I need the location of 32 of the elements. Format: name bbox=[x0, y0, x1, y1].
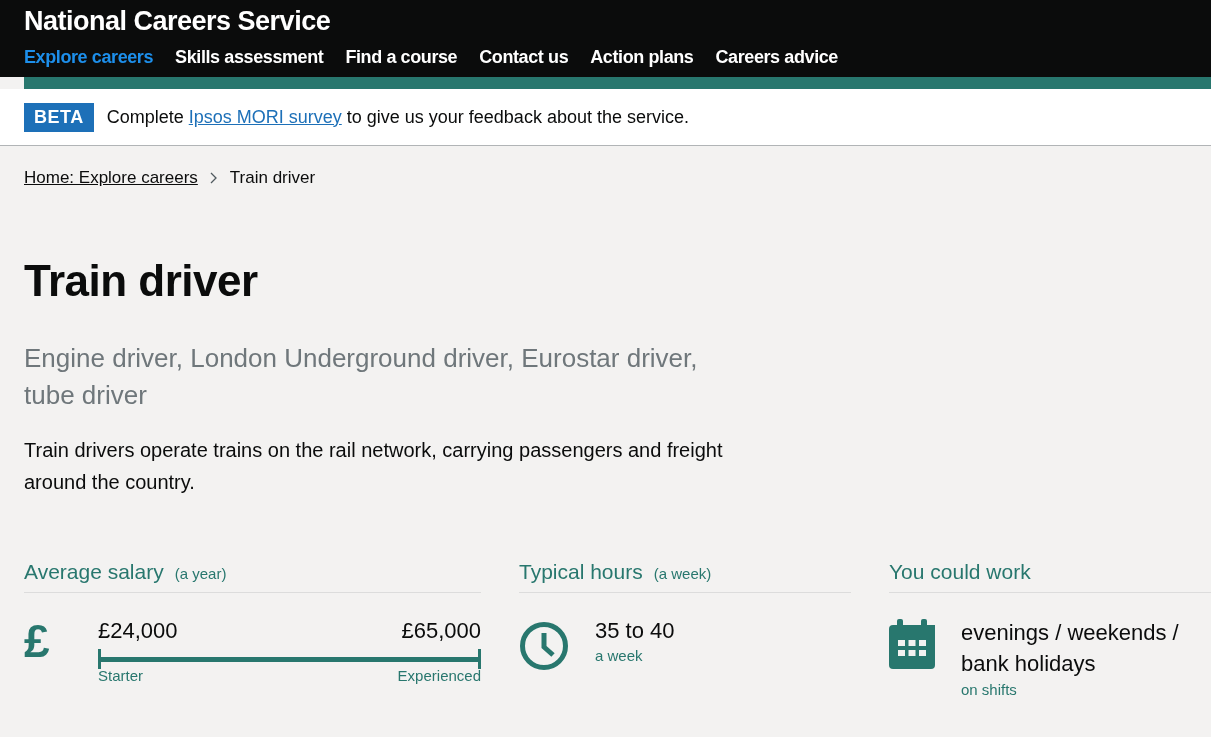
chevron-icon bbox=[209, 172, 218, 184]
pound-icon: £ bbox=[24, 617, 72, 665]
work-value: evenings / weekends / bank holidays bbox=[961, 619, 1180, 678]
clock-icon bbox=[519, 621, 569, 671]
feedback-text: Complete Ipsos MORI survey to give us your feedback about the service. bbox=[106, 106, 689, 128]
experienced-salary: £65,000 bbox=[401, 617, 481, 645]
nav-link[interactable]: Contact us bbox=[479, 47, 569, 68]
breadcrumb-link[interactable]: Home: Explore careers bbox=[24, 168, 198, 188]
survey-link[interactable]: Ipsos MORI survey bbox=[188, 106, 342, 127]
hours-qualifier: (a week) bbox=[653, 565, 712, 582]
service-name[interactable]: National Careers Service bbox=[24, 6, 1187, 37]
summary-text: Train drivers operate trains on the rail network, carrying passengers and freight around the country. bbox=[24, 438, 724, 495]
nav-link[interactable]: Find a course bbox=[345, 47, 458, 68]
nav-link[interactable]: Action plans bbox=[590, 47, 694, 68]
work-heading: You could work bbox=[889, 560, 1031, 584]
hours-note: a week bbox=[595, 646, 644, 666]
starter-salary: £24,000 bbox=[98, 617, 178, 645]
salary-qualifier: (a year) bbox=[174, 565, 227, 582]
nav-link[interactable]: Skills assessment bbox=[175, 47, 324, 68]
salary-heading: Average salary bbox=[24, 560, 164, 584]
calendar-icon bbox=[889, 619, 935, 669]
page-title: Train driver bbox=[24, 256, 259, 306]
starter-label: Starter bbox=[98, 666, 143, 686]
beta-tag: BETA bbox=[24, 102, 94, 132]
experienced-label: Experienced bbox=[397, 666, 481, 686]
nav-link[interactable]: Careers advice bbox=[715, 47, 838, 68]
hours-value: 35 to 40 bbox=[595, 617, 675, 645]
work-note: on shifts bbox=[961, 680, 1018, 700]
alternative-titles: Engine driver, London Underground driver, Eurostar driver, tube driver bbox=[24, 342, 699, 412]
hours-heading: Typical hours bbox=[519, 560, 643, 584]
breadcrumb-current: Train driver bbox=[229, 168, 316, 188]
nav-link[interactable]: Explore careers bbox=[24, 47, 154, 68]
